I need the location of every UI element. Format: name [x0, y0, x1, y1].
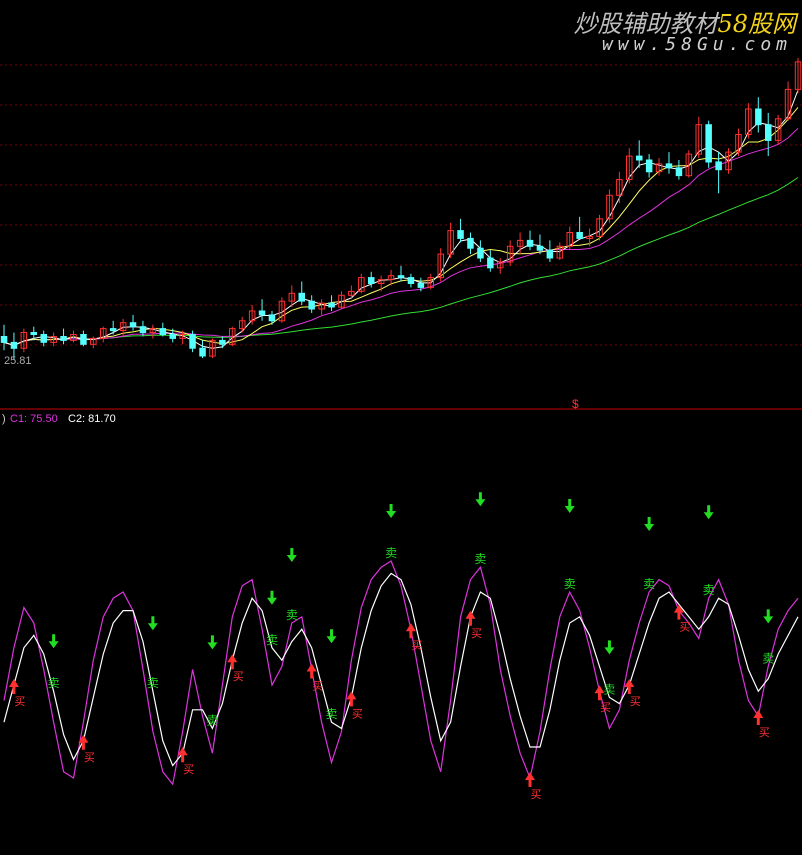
- buy-signal-label: 买: [759, 726, 770, 739]
- c2-label: C2: 81.70: [68, 413, 116, 425]
- up-arrow-icon: [306, 663, 317, 679]
- down-arrow-icon: [326, 629, 337, 644]
- candle-body: [199, 347, 206, 357]
- sell-signal-label: 卖: [564, 577, 576, 591]
- candle-body: [129, 322, 137, 328]
- buy-signal-label: 买: [630, 695, 641, 708]
- candle-body: [159, 328, 167, 336]
- candle-body: [417, 283, 425, 288]
- candle-body: [40, 334, 47, 343]
- candle-body: [765, 124, 772, 141]
- buy-signal-label: 买: [233, 670, 244, 683]
- c2-line: [3, 572, 799, 767]
- candle-body: [407, 277, 415, 285]
- up-arrow-icon: [8, 679, 19, 694]
- down-arrow-icon: [604, 640, 615, 655]
- candle-body: [0, 336, 8, 343]
- candle-body: [467, 237, 474, 249]
- buy-signal-label: 买: [600, 701, 611, 714]
- candle-body: [526, 239, 534, 247]
- up-arrow-icon: [673, 604, 684, 620]
- price-low-label: 25.81: [4, 355, 32, 367]
- sell-signal-label: 卖: [48, 676, 60, 690]
- candle-body: [60, 336, 67, 341]
- down-arrow-icon: [147, 616, 158, 631]
- down-arrow-icon: [48, 634, 59, 649]
- sell-signal-label: 卖: [762, 651, 774, 665]
- up-arrow-icon: [346, 691, 357, 707]
- down-arrow-icon: [386, 504, 397, 518]
- down-arrow-icon: [564, 499, 575, 513]
- down-arrow-icon: [644, 517, 655, 531]
- chart-canvas: 卖卖卖卖卖卖卖 卖卖卖卖 卖卖买买买买买买买买买买 买买买: [0, 58, 802, 801]
- sell-signal-label: 卖: [603, 682, 615, 696]
- up-arrow-icon: [465, 610, 476, 626]
- c1-line: [3, 560, 799, 786]
- up-arrow-icon: [405, 623, 416, 639]
- candle-body: [298, 292, 305, 302]
- candle-body: [80, 334, 87, 345]
- candle-body: [308, 300, 315, 310]
- sell-signal-label: 卖: [385, 546, 397, 560]
- down-arrow-icon: [763, 609, 774, 624]
- sell-signal-label: 卖: [286, 608, 298, 622]
- sell-signal-label: 卖: [703, 583, 715, 597]
- buy-signal-label: 买: [84, 751, 95, 764]
- down-arrow-icon: [286, 548, 297, 562]
- stock-chart: 卖卖卖卖卖卖卖卖卖卖卖卖卖买买买买买买买买买买买买买 炒股辅助教材58股网 ww…: [0, 0, 802, 850]
- candle-body: [755, 108, 762, 126]
- buy-signal-label: 买: [471, 627, 482, 640]
- candle-body: [546, 249, 554, 259]
- candle-body: [665, 163, 673, 169]
- buy-signal-label: 买: [352, 707, 363, 720]
- candle-body: [169, 334, 176, 339]
- sell-signal-label: 卖: [643, 577, 655, 591]
- sell-signal-label: 卖: [266, 633, 278, 647]
- indicator-prefix: ): [2, 413, 6, 425]
- candle-body: [487, 257, 494, 269]
- candle-body: [457, 230, 464, 239]
- candle-body: [576, 232, 583, 239]
- down-arrow-icon: [266, 590, 277, 605]
- candle-body: [219, 339, 226, 345]
- up-arrow-icon: [227, 654, 238, 670]
- up-arrow-icon: [753, 710, 764, 725]
- down-arrow-icon: [475, 492, 486, 507]
- ma-mid-line: [3, 107, 799, 346]
- buy-signal-label: 买: [312, 680, 323, 693]
- up-arrow-icon: [525, 772, 536, 787]
- candle-body: [268, 314, 276, 322]
- sell-signal-label: 卖: [206, 713, 218, 727]
- candle-body: [397, 275, 405, 279]
- down-arrow-icon: [703, 505, 714, 520]
- candle-body: [368, 277, 375, 285]
- buy-signal-label: 买: [531, 788, 542, 801]
- buy-signal-label: 买: [14, 695, 25, 708]
- separator-marker: $: [572, 397, 579, 411]
- buy-signal-label: 买: [183, 763, 194, 776]
- ma-fast-line: [3, 89, 799, 349]
- sell-signal-label: 卖: [147, 676, 159, 690]
- candle-body: [189, 334, 196, 349]
- candle-body: [258, 310, 266, 316]
- sell-signal-label: 卖: [326, 707, 338, 721]
- watermark-url: www.58Gu.com: [601, 34, 792, 55]
- buy-signal-label: 买: [679, 621, 690, 634]
- candle-body: [328, 302, 335, 308]
- candle-body: [705, 124, 712, 163]
- sell-signal-label: 卖: [474, 552, 486, 566]
- candle-body: [636, 155, 643, 161]
- candle-body: [477, 247, 484, 259]
- down-arrow-icon: [207, 635, 218, 650]
- buy-signal-label: 买: [411, 639, 422, 652]
- candle-body: [536, 245, 544, 251]
- c1-label: C1: 75.50: [10, 413, 58, 425]
- candle-body: [109, 328, 117, 332]
- candle-body: [139, 326, 147, 334]
- candle-body: [675, 167, 683, 177]
- candle-body: [10, 341, 18, 349]
- candle-body: [30, 332, 37, 335]
- candle-body: [645, 159, 653, 173]
- candle-body: [715, 161, 722, 171]
